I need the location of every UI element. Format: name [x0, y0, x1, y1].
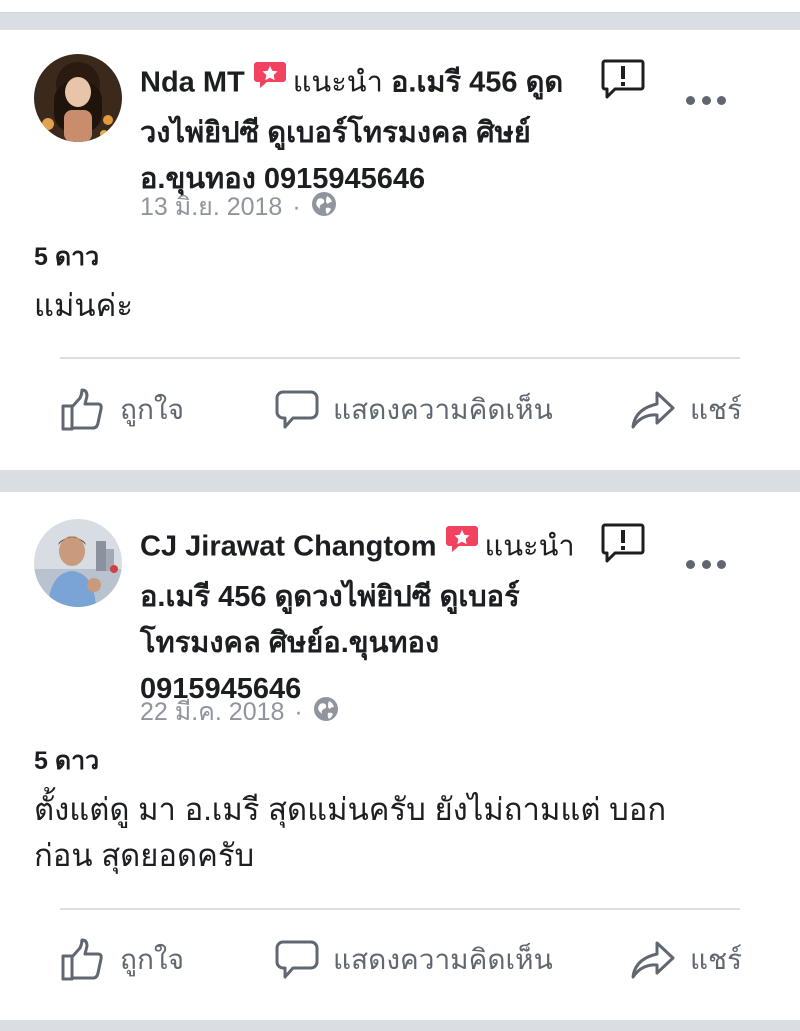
recommends-label: แนะนำ [484, 530, 575, 563]
review-rating: 5 ดาว [34, 747, 100, 775]
more-options-button[interactable] [686, 90, 726, 110]
review-header: Nda MT แนะนำ อ.เมรี 456 ดูด วงไพ่ยิปซี ดู… [140, 58, 600, 202]
like-label: ถูกใจ [120, 944, 184, 975]
more-horizontal-icon [686, 559, 695, 569]
comment-button[interactable]: แสดงความคิดเห็น [275, 935, 553, 985]
share-label: แชร์ [690, 394, 743, 425]
more-dot [717, 95, 726, 105]
author-name[interactable]: Nda MT [140, 67, 245, 99]
more-dot [701, 95, 711, 105]
thumbs-up-icon [61, 938, 103, 981]
divider [60, 908, 740, 910]
review-text: ตั้งแต่ดู มา อ.เมรี สุดแม่นครับ ยังไม่ถา… [34, 787, 754, 879]
recommends-label: แนะนำ [292, 66, 383, 99]
page-name-cont[interactable]: โทรมงคล ศิษย์อ.ขุนทอง [140, 620, 600, 666]
share-arrow-icon [631, 391, 675, 429]
avatar[interactable] [34, 519, 122, 607]
page-name[interactable]: อ.เมรี 456 ดูด [391, 67, 563, 99]
post-date[interactable]: 13 มิ.ย. 2018 [140, 187, 282, 227]
comment-bubble-icon [275, 940, 319, 979]
report-exclamation-icon [601, 59, 645, 99]
review-text-line: ตั้งแต่ดู มา อ.เมรี สุดแม่นครับ ยังไม่ถา… [34, 792, 667, 827]
recommend-star-bubble-icon [253, 58, 287, 104]
review-card: Nda MT แนะนำ อ.เมรี 456 ดูด วงไพ่ยิปซี ดู… [0, 30, 800, 470]
avatar[interactable] [34, 54, 122, 142]
share-label: แชร์ [690, 944, 743, 975]
previous-card-edge [0, 0, 800, 13]
review-header: CJ Jirawat Changtom แนะนำ อ.เมรี 456 ดูดว… [140, 522, 600, 712]
like-label: ถูกใจ [120, 394, 184, 425]
globe-icon [311, 191, 337, 224]
more-dot [701, 559, 711, 569]
report-exclamation-icon [601, 523, 645, 563]
page-name[interactable]: อ.เมรี 456 ดูดวงไพ่ยิปซี ดูเบอร์ [140, 574, 600, 620]
page-name-cont[interactable]: วงไพ่ยิปซี ดูเบอร์โทรมงคล ศิษย์ [140, 110, 600, 156]
author-name[interactable]: CJ Jirawat Changtom [140, 531, 437, 563]
more-options-button[interactable] [686, 554, 726, 574]
divider [60, 357, 740, 359]
review-rating: 5 ดาว [34, 243, 100, 271]
post-meta: 13 มิ.ย. 2018 · [140, 187, 337, 227]
recommend-star-bubble-icon [445, 522, 479, 568]
like-button[interactable]: ถูกใจ [60, 935, 184, 985]
review-text-line: ก่อน สุดยอดครับ [34, 838, 255, 873]
comment-label: แสดงความคิดเห็น [333, 944, 553, 975]
globe-icon [313, 696, 339, 729]
comment-label: แสดงความคิดเห็น [333, 394, 553, 425]
review-text: แม่นค่ะ [34, 288, 133, 323]
like-button[interactable]: ถูกใจ [60, 385, 184, 435]
more-dot [717, 559, 726, 569]
thumbs-up-icon [61, 388, 103, 431]
share-button[interactable]: แชร์ [630, 385, 742, 435]
more-horizontal-icon [686, 95, 695, 105]
report-button[interactable] [601, 522, 645, 564]
comment-button[interactable]: แสดงความคิดเห็น [275, 385, 553, 435]
meta-separator: · [294, 697, 303, 726]
action-bar: ถูกใจ แสดงความคิดเห็น แชร์ [0, 935, 800, 985]
report-button[interactable] [601, 58, 645, 100]
review-card: CJ Jirawat Changtom แนะนำ อ.เมรี 456 ดูดว… [0, 492, 800, 1020]
meta-separator: · [292, 192, 301, 221]
share-button[interactable]: แชร์ [630, 935, 742, 985]
post-date[interactable]: 22 มี.ค. 2018 [140, 692, 284, 732]
action-bar: ถูกใจ แสดงความคิดเห็น แชร์ [0, 385, 800, 435]
comment-bubble-icon [275, 390, 319, 429]
post-meta: 22 มี.ค. 2018 · [140, 692, 339, 732]
share-arrow-icon [631, 941, 675, 979]
